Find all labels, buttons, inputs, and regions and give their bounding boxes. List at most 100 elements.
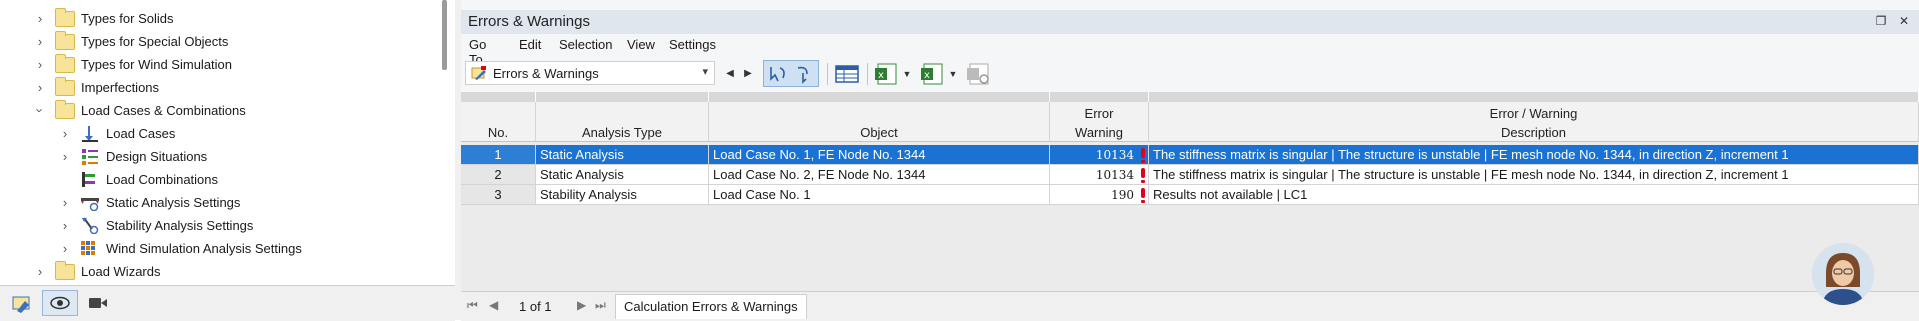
tree-item-static-analysis-settings[interactable]: › Static Analysis Settings <box>0 191 430 214</box>
camera-icon <box>89 298 107 308</box>
load-combinations-icon <box>82 172 95 187</box>
cell-object[interactable]: Load Case No. 2, FE Node No. 1344 <box>709 165 1050 185</box>
warning-code: 10134 <box>1095 168 1134 182</box>
dropdown-value: Errors & Warnings <box>493 66 599 81</box>
svg-text:x: x <box>878 70 884 81</box>
stability-analysis-settings-icon <box>82 217 99 234</box>
table-row[interactable]: 2 Static Analysis Load Case No. 2, FE No… <box>461 165 1919 185</box>
scrollbar-thumb[interactable] <box>442 0 447 70</box>
table-settings-icon[interactable] <box>835 64 859 84</box>
tree-item-label: Wind Simulation Analysis Settings <box>106 241 302 256</box>
table-select-dropdown[interactable]: Errors & Warnings ▾ <box>465 61 715 85</box>
tree-item-label: Design Situations <box>106 149 208 164</box>
chevron-right-icon[interactable]: › <box>33 260 47 283</box>
column-band <box>1050 92 1149 102</box>
cell-object[interactable]: Load Case No. 1, FE Node No. 1344 <box>709 145 1050 165</box>
tree-item-types-for-wind-simulation[interactable]: › Types for Wind Simulation <box>0 53 430 76</box>
cell-warning[interactable]: 10134 <box>1050 165 1149 185</box>
header-description[interactable]: Error / Warning Description <box>1149 102 1919 142</box>
tree-item-wind-simulation-analysis-settings[interactable]: › Wind Simulation Analysis Settings <box>0 237 430 260</box>
menu-view[interactable]: View <box>627 37 655 52</box>
chevron-right-icon[interactable]: › <box>58 191 72 214</box>
tree-item-types-for-solids[interactable]: › Types for Solids <box>0 7 430 30</box>
error-icon <box>1141 188 1145 203</box>
chevron-down-icon[interactable]: › <box>29 104 52 118</box>
header-object[interactable]: Object <box>709 102 1050 142</box>
folder-icon <box>55 8 75 27</box>
cell-warning[interactable]: 190 <box>1050 185 1149 205</box>
tree-item-design-situations[interactable]: › Design Situations <box>0 145 430 168</box>
chevron-right-icon[interactable]: › <box>58 145 72 168</box>
header-error-warning[interactable]: Error Warning <box>1050 102 1149 142</box>
column-band <box>536 92 709 102</box>
table-bottom-bar: ⏮ ◀ 1 of 1 ▶ ⏭ Calculation Errors & Warn… <box>461 291 1919 321</box>
restore-window-icon[interactable]: ❐ <box>1874 14 1888 28</box>
tree-item-label: Load Cases & Combinations <box>81 103 246 118</box>
tree-item-label: Load Cases <box>106 126 176 141</box>
cell-analysis-type[interactable]: Static Analysis <box>536 145 709 165</box>
table-row[interactable]: 3 Stability Analysis Load Case No. 1 190… <box>461 185 1919 205</box>
cell-object[interactable]: Load Case No. 1 <box>709 185 1050 205</box>
tree-item-load-cases[interactable]: › Load Cases <box>0 122 430 145</box>
column-band <box>461 92 536 102</box>
cell-warning[interactable]: 10134 <box>1050 145 1149 165</box>
cell-description[interactable]: The stiffness matrix is singular | The s… <box>1149 165 1919 185</box>
folder-icon <box>55 100 75 119</box>
cell-no[interactable]: 1 <box>461 145 536 165</box>
header-no[interactable]: No. <box>461 102 536 142</box>
navigator-scrollbar[interactable] <box>440 0 450 80</box>
column-band <box>709 92 1050 102</box>
tab-calculation-errors-warnings[interactable]: Calculation Errors & Warnings <box>615 294 807 319</box>
tree-item-load-cases-combinations[interactable]: › Load Cases & Combinations <box>0 99 430 122</box>
svg-text:x: x <box>924 70 930 81</box>
last-page-icon[interactable]: ⏭ <box>595 298 606 313</box>
errors-warnings-icon <box>471 66 486 80</box>
next-page-icon[interactable]: ▶ <box>577 298 586 312</box>
header-label: Description <box>1500 125 1567 140</box>
chevron-right-icon[interactable]: › <box>33 30 47 53</box>
chevron-right-icon[interactable]: › <box>58 237 72 260</box>
excel-settings-icon[interactable] <box>967 63 991 85</box>
views-navigator-button[interactable] <box>80 290 116 316</box>
tree-item-load-wizards[interactable]: › Load Wizards <box>0 260 430 283</box>
tree-item-imperfections[interactable]: › Imperfections <box>0 76 430 99</box>
previous-page-icon[interactable]: ◀ <box>489 298 498 312</box>
folder-icon <box>55 261 75 280</box>
tree-item-load-combinations[interactable]: Load Combinations <box>0 168 430 191</box>
header-analysis-type[interactable]: Analysis Type <box>536 102 709 142</box>
select-in-model-icon[interactable] <box>767 64 789 84</box>
previous-table-button[interactable]: ◀ <box>723 61 737 87</box>
first-page-icon[interactable]: ⏮ <box>467 298 478 313</box>
menu-selection[interactable]: Selection <box>559 37 612 52</box>
synchronize-selection-icon[interactable] <box>793 64 815 84</box>
cell-analysis-type[interactable]: Static Analysis <box>536 165 709 185</box>
menu-edit[interactable]: Edit <box>519 37 541 52</box>
next-table-button[interactable]: ▶ <box>741 61 755 87</box>
close-icon[interactable]: ✕ <box>1897 14 1911 28</box>
table-row[interactable]: 1 Static Analysis Load Case No. 1, FE No… <box>461 145 1919 165</box>
chevron-down-icon[interactable]: ▼ <box>901 61 913 87</box>
tree-item-stability-analysis-settings[interactable]: › Stability Analysis Settings <box>0 214 430 237</box>
cell-description[interactable]: The stiffness matrix is singular | The s… <box>1149 145 1919 165</box>
chevron-right-icon[interactable]: › <box>33 53 47 76</box>
chevron-right-icon[interactable]: › <box>33 7 47 30</box>
selection-sync-group <box>763 60 819 87</box>
cell-no[interactable]: 3 <box>461 185 536 205</box>
menu-settings[interactable]: Settings <box>669 37 716 52</box>
display-navigator-button[interactable] <box>42 290 78 316</box>
chevron-right-icon[interactable]: › <box>58 122 72 145</box>
chevron-right-icon[interactable]: › <box>58 214 72 237</box>
navigator-data-button[interactable] <box>4 290 40 316</box>
navigator-panel: › Types for Solids › Types for Special O… <box>0 0 456 321</box>
cell-no[interactable]: 2 <box>461 165 536 185</box>
navigator-data-icon <box>12 296 30 313</box>
table-empty-area <box>536 205 1919 291</box>
chevron-down-icon[interactable]: ▼ <box>947 61 959 87</box>
tree-item-types-for-special-objects[interactable]: › Types for Special Objects <box>0 30 430 53</box>
import-excel-icon[interactable]: x <box>921 63 945 85</box>
cell-analysis-type[interactable]: Stability Analysis <box>536 185 709 205</box>
assistant-avatar[interactable] <box>1812 243 1874 305</box>
chevron-right-icon[interactable]: › <box>33 76 47 99</box>
cell-description[interactable]: Results not available | LC1 <box>1149 185 1919 205</box>
export-excel-icon[interactable]: x <box>875 63 899 85</box>
